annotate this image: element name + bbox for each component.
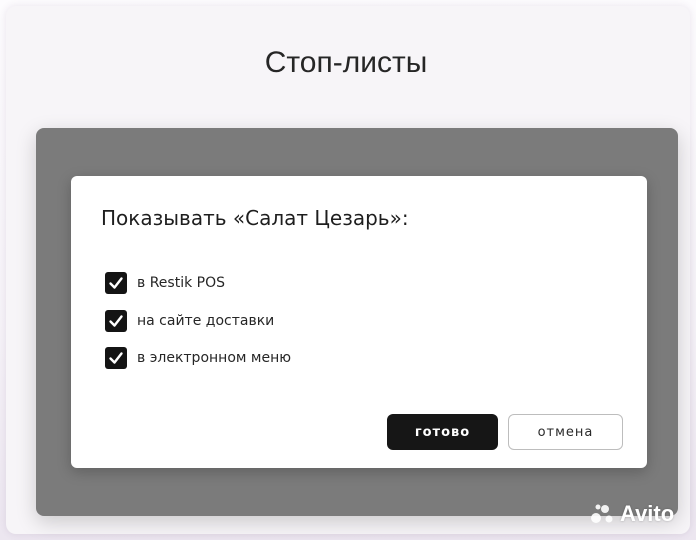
option-electronic-menu[interactable]: в электронном меню bbox=[105, 346, 291, 370]
checkbox-checked-icon[interactable] bbox=[105, 272, 127, 294]
visibility-dialog: Показывать «Салат Цезарь»: в Restik POS … bbox=[71, 176, 647, 468]
option-restik-pos[interactable]: в Restik POS bbox=[105, 271, 225, 295]
option-label: в Restik POS bbox=[137, 275, 225, 291]
checkbox-checked-icon[interactable] bbox=[105, 310, 127, 332]
avito-logo-icon bbox=[591, 504, 613, 523]
page-title: Стоп-листы bbox=[264, 46, 428, 79]
done-button[interactable]: готово bbox=[387, 414, 498, 450]
avito-watermark: Avito bbox=[590, 500, 674, 528]
option-label: на сайте доставки bbox=[137, 313, 275, 329]
dialog-title: Показывать «Салат Цезарь»: bbox=[101, 206, 409, 230]
checkbox-checked-icon[interactable] bbox=[105, 347, 127, 369]
cancel-button[interactable]: отмена bbox=[508, 414, 623, 450]
app-frame: Стоп-листы Показывать «Салат Цезарь»: в … bbox=[6, 6, 690, 534]
option-label: в электронном меню bbox=[137, 350, 292, 366]
option-delivery-site[interactable]: на сайте доставки bbox=[105, 309, 274, 333]
watermark-text: Avito bbox=[620, 501, 675, 526]
